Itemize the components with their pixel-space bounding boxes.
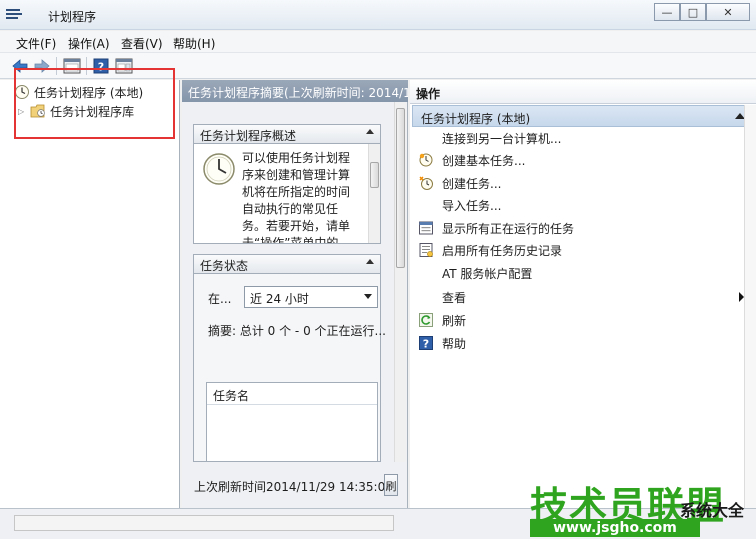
overview-body: 可以使用任务计划程 序来创建和管理计算 机将在所指定的时间 自动执行的常见任 务… — [193, 144, 381, 244]
overview-line: 序来创建和管理计算 — [242, 168, 351, 182]
overview-line: 可以使用任务计划程 — [242, 151, 351, 165]
horizontal-scrollbar[interactable] — [14, 515, 394, 531]
actions-title: 操作 — [410, 80, 756, 104]
watermark-extra: 系统大全 — [680, 501, 745, 520]
tree-item-root-label: 任务计划程序 (本地) — [34, 85, 144, 100]
back-arrow-icon — [12, 59, 28, 73]
action-pane-icon — [115, 58, 133, 74]
overview-line: 务。若要开始，请单 — [242, 219, 351, 233]
range-select-value: 近 24 小时 — [250, 292, 309, 306]
collapse-arrow-icon[interactable] — [366, 129, 374, 134]
minimize-button[interactable]: — — [654, 3, 680, 21]
task-table-header[interactable]: 任务名 — [207, 383, 377, 405]
back-button[interactable] — [10, 57, 30, 75]
status-summary: 摘要: 总计 0 个 - 0 个正在运行... — [208, 324, 386, 338]
action-at-service-config[interactable]: AT 服务帐户配置 — [412, 262, 754, 284]
console-tree-icon — [63, 58, 81, 74]
action-refresh[interactable]: 刷新 — [412, 309, 754, 331]
last-refresh-text: 上次刷新时间2014/11/29 14:35:05 — [194, 480, 393, 494]
range-select[interactable]: 近 24 小时 — [244, 286, 378, 308]
action-view[interactable]: 查看 — [412, 286, 754, 308]
overview-line: 自动执行的常见任 — [242, 202, 339, 216]
actions-group-label: 任务计划程序 (本地) — [421, 112, 531, 126]
actions-pane: 操作 任务计划程序 (本地) 连接到另一台计算机... 创建基本任务... 创建… — [410, 80, 756, 508]
large-clock-icon — [203, 153, 235, 185]
summary-scrollbar[interactable] — [394, 102, 406, 462]
menu-file[interactable]: 文件(F) — [16, 35, 56, 52]
overview-line: 机将在所指定的时间 — [242, 185, 351, 199]
summary-scroll-thumb[interactable] — [396, 108, 405, 268]
svg-text:?: ? — [98, 61, 104, 74]
svg-text:?: ? — [423, 338, 429, 351]
action-enable-history[interactable]: 启用所有任务历史记录 — [412, 239, 754, 261]
actions-scrollbar[interactable] — [744, 105, 756, 508]
overview-scroll-thumb[interactable] — [370, 162, 379, 188]
action-show-running[interactable]: 显示所有正在运行的任务 — [412, 217, 754, 239]
overview-line: 击“操作”菜单中的 — [242, 236, 339, 244]
summary-pane: 任务计划程序摘要(上次刷新时间: 2014/11/2 任务计划程序概述 可以使用… — [182, 80, 408, 508]
status-title: 任务状态 — [200, 259, 249, 273]
action-create-basic-task[interactable]: 创建基本任务... — [412, 149, 754, 171]
clock-star-icon — [418, 152, 434, 168]
action-import-task[interactable]: 导入任务... — [412, 194, 754, 216]
action-pane-button[interactable] — [114, 57, 134, 75]
action-create-task[interactable]: 创建任务... — [412, 172, 754, 194]
toolbar: ? — [0, 53, 756, 79]
overview-scrollbar[interactable] — [368, 144, 380, 243]
help-icon: ? — [418, 335, 434, 351]
action-connect[interactable]: 连接到另一台计算机... — [412, 127, 754, 149]
overview-section-header[interactable]: 任务计划程序概述 — [193, 124, 381, 144]
refresh-icon — [418, 312, 434, 328]
chevron-down-icon — [364, 294, 372, 299]
maximize-button[interactable]: □ — [680, 3, 706, 21]
action-help[interactable]: ? 帮助 — [412, 332, 754, 354]
menu-action[interactable]: 操作(A) — [68, 35, 110, 52]
tree-item-library[interactable]: ▷ 任务计划程序库 — [18, 101, 134, 121]
tree-item-root[interactable]: 任务计划程序 (本地) — [14, 82, 143, 102]
forward-button[interactable] — [32, 57, 52, 75]
window-title: 计划程序 — [48, 10, 97, 24]
window-list-icon — [418, 220, 434, 236]
clock-new-icon — [418, 175, 434, 191]
clock-icon — [15, 85, 29, 99]
console-tree: 任务计划程序 (本地) ▷ 任务计划程序库 — [0, 80, 180, 508]
help-icon: ? — [93, 58, 109, 74]
app-icon — [6, 9, 22, 19]
task-table: 任务名 — [206, 382, 378, 462]
history-icon — [418, 242, 434, 258]
watermark-logo: 技术员联盟 系统大全 www.jsgho.com — [530, 475, 756, 539]
expand-arrow-icon[interactable]: ▷ — [18, 107, 24, 116]
menu-view[interactable]: 查看(V) — [121, 35, 163, 52]
menu-help[interactable]: 帮助(H) — [173, 35, 215, 52]
range-label: 在... — [208, 292, 232, 306]
window-controls: — □ ✕ — [654, 3, 750, 21]
watermark-url: www.jsgho.com — [530, 519, 700, 537]
column-task-name: 任务名 — [213, 389, 250, 403]
title-bar: 计划程序 — □ ✕ — [0, 0, 756, 30]
forward-arrow-icon — [34, 59, 50, 73]
actions-group-header[interactable]: 任务计划程序 (本地) — [412, 105, 756, 127]
status-body: 在... 近 24 小时 摘要: 总计 0 个 - 0 个正在运行... 任务名 — [193, 274, 386, 462]
status-section-header[interactable]: 任务状态 — [193, 254, 381, 274]
show-hide-tree-button[interactable] — [62, 57, 82, 75]
folder-clock-icon — [30, 104, 45, 118]
summary-header: 任务计划程序摘要(上次刷新时间: 2014/11/2 — [182, 80, 408, 102]
menu-bar: 文件(F) 操作(A) 查看(V) 帮助(H) — [0, 31, 756, 53]
refresh-button[interactable]: 刷 — [384, 474, 398, 496]
tree-item-library-label: 任务计划程序库 — [50, 104, 135, 119]
collapse-arrow-icon[interactable] — [366, 259, 374, 264]
overview-title: 任务计划程序概述 — [200, 129, 297, 143]
help-toolbar-button[interactable]: ? — [91, 57, 111, 75]
close-button[interactable]: ✕ — [706, 3, 750, 21]
